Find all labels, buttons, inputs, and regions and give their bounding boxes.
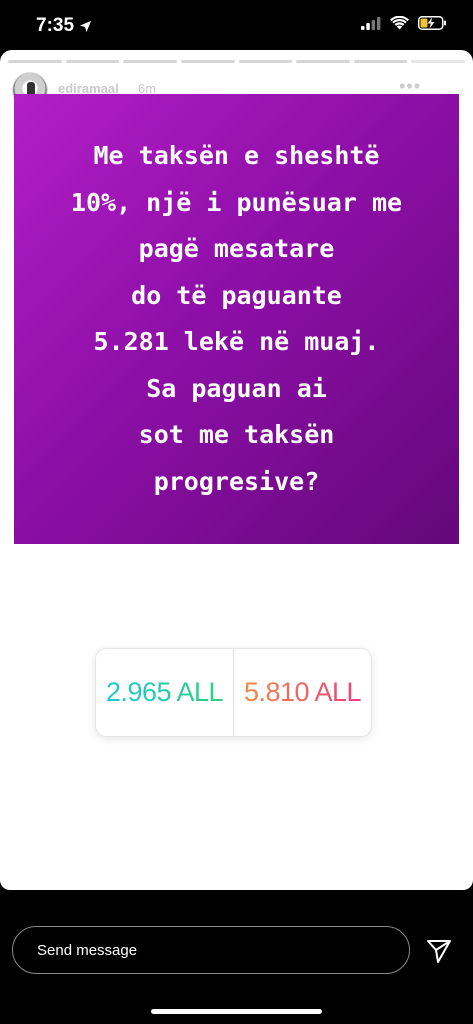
send-message-placeholder: Send message xyxy=(37,941,138,959)
location-arrow-icon xyxy=(79,20,92,32)
story-text-line: sot me taksën xyxy=(138,420,335,449)
story-viewer[interactable]: ediramaal 6m ••• Me taksën e sheshtë 10%… xyxy=(0,50,473,890)
story-text-card: Me taksën e sheshtë 10%, një i punësuar … xyxy=(14,94,459,544)
story-text-line: progresive? xyxy=(153,466,320,496)
progress-segment xyxy=(411,60,465,63)
progress-segment xyxy=(180,60,235,63)
poll-option-b-label: 5.810 ALL xyxy=(243,677,362,707)
status-time-text: 7:35 xyxy=(36,15,75,36)
story-progress-bar xyxy=(8,60,465,63)
wifi-icon xyxy=(390,16,409,30)
poll-option-b[interactable]: 5.810 ALL xyxy=(234,649,371,736)
send-message-input[interactable]: Send message xyxy=(12,926,410,974)
progress-segment xyxy=(238,60,293,63)
status-bar: 7:35 xyxy=(0,0,473,50)
story-text-line: 10%, një i punësuar me xyxy=(70,187,403,217)
story-text-line: 5.281 lekë në muaj. xyxy=(93,327,380,356)
story-text-line: do të paguante xyxy=(131,280,342,310)
status-time: 7:35 xyxy=(36,15,92,37)
poll-option-a[interactable]: 2.965 ALL xyxy=(96,649,233,736)
poll-sticker: 2.965 ALL 5.810 ALL xyxy=(96,649,371,736)
story-text-line: pagë mesatare xyxy=(138,234,335,263)
story-text-line: Sa paguan ai xyxy=(146,373,327,403)
progress-segment xyxy=(8,60,62,63)
home-indicator xyxy=(151,1009,322,1014)
cellular-signal-icon xyxy=(361,16,381,30)
poll-option-a-label: 2.965 ALL xyxy=(105,677,224,707)
progress-segment xyxy=(296,60,350,63)
progress-segment xyxy=(353,60,408,63)
progress-segment xyxy=(65,60,120,63)
story-text-line: Me taksën e sheshtë xyxy=(93,141,380,170)
battery-charging-icon xyxy=(418,16,446,30)
progress-segment xyxy=(123,60,177,63)
send-direct-icon[interactable] xyxy=(425,937,453,965)
